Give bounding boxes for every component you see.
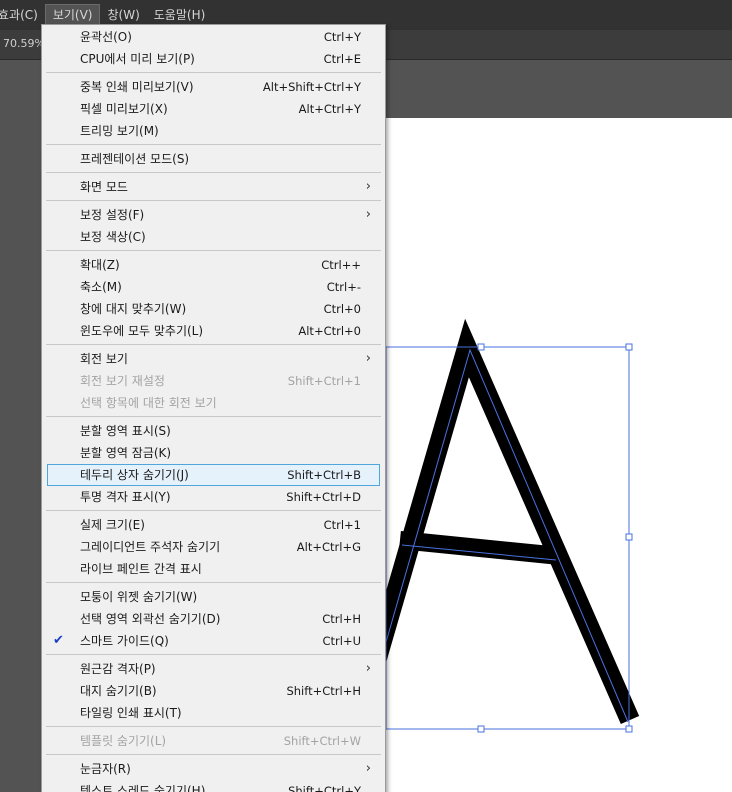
menu-item-label: 분할 영역 표시(S) — [80, 424, 171, 438]
menu-item[interactable]: 그레이디언트 주석자 숨기기 Alt+Ctrl+G — [42, 536, 385, 558]
menu-item[interactable]: 원근감 격자(P) › — [42, 658, 385, 680]
bbox-handle-top — [477, 343, 485, 351]
menu-item-label: 중복 인쇄 미리보기(V) — [80, 80, 194, 94]
menu-item-shortcut: Alt+Ctrl+0 — [298, 324, 361, 338]
menu-item-label: 투명 격자 표시(Y) — [80, 490, 171, 504]
menu-item-label: 템플릿 숨기기(L) — [80, 734, 167, 748]
menu-item[interactable]: 화면 모드 › — [42, 176, 385, 198]
menu-item[interactable]: 회전 보기 › — [42, 348, 385, 370]
menu-item-label: 스마트 가이드(Q) — [80, 634, 169, 648]
menu-item[interactable]: 트리밍 보기(M) — [42, 120, 385, 142]
menu-item-label: 모퉁이 위젯 숨기기(W) — [80, 590, 198, 604]
menu-item-shortcut: Alt+Shift+Ctrl+Y — [262, 80, 361, 94]
menu-item[interactable]: ✔ 스마트 가이드(Q) Ctrl+U — [42, 630, 385, 652]
menu-item-shortcut: Shift+Ctrl+D — [286, 490, 361, 504]
menu-item[interactable]: 실제 크기(E) Ctrl+1 — [42, 514, 385, 536]
menu-item-label: 대지 숨기기(B) — [80, 684, 157, 698]
checkmark-icon: ✔ — [53, 633, 64, 648]
menu-item[interactable]: 라이브 페인트 간격 표시 — [42, 558, 385, 580]
menu-item-shortcut: Ctrl+H — [322, 612, 361, 626]
bbox-handle-top-right — [625, 343, 633, 351]
view-menu-dropdown: 윤곽선(O) Ctrl+Y CPU에서 미리 보기(P) Ctrl+E 중복 인쇄 미리… — [41, 24, 386, 792]
menu-item-label: 회전 보기 — [80, 352, 128, 366]
menu-item-shortcut: Shift+Ctrl+Y — [288, 784, 361, 792]
menu-item[interactable]: 테두리 상자 숨기기(J) Shift+Ctrl+B — [42, 464, 385, 486]
menu-item[interactable]: 분할 영역 표시(S) — [42, 420, 385, 442]
menu-item-shortcut: Shift+Ctrl+1 — [287, 374, 361, 388]
menu-item-label: 확대(Z) — [80, 258, 120, 272]
menu-item-shortcut: Shift+Ctrl+H — [286, 684, 361, 698]
chevron-right-icon: › — [365, 761, 371, 776]
menu-item: 회전 보기 재설정 Shift+Ctrl+1 — [42, 370, 385, 392]
bbox-handle-right — [625, 533, 633, 541]
menu-item-label: 트리밍 보기(M) — [80, 124, 159, 138]
menu-item-label: 픽셀 미리보기(X) — [80, 102, 168, 116]
letter-a-shape[interactable] — [365, 318, 640, 725]
menu-item-label: 프레젠테이션 모드(S) — [80, 152, 190, 166]
menu-item-label: 창에 대지 맞추기(W) — [80, 302, 187, 316]
menu-item-shortcut: Shift+Ctrl+B — [287, 468, 361, 482]
menu-item-label: 타일링 인쇄 표시(T) — [80, 706, 182, 720]
menu-item-label: 화면 모드 — [80, 180, 128, 194]
menu-item-shortcut: Alt+Ctrl+G — [296, 540, 361, 554]
menu-item-shortcut: Ctrl+1 — [323, 518, 361, 532]
menu-item[interactable]: 윤곽선(O) Ctrl+Y — [42, 26, 385, 48]
menu-item-label: 축소(M) — [80, 280, 122, 294]
menu-item[interactable]: 눈금자(R) › — [42, 758, 385, 780]
menu-item-label: 선택 항목에 대한 회전 보기 — [80, 396, 217, 410]
menu-item-label: 보정 설정(F) — [80, 208, 145, 222]
menu-item[interactable]: 픽셀 미리보기(X) Alt+Ctrl+Y — [42, 98, 385, 120]
menu-item-label: 회전 보기 재설정 — [80, 374, 165, 388]
menu-item[interactable]: 분할 영역 잠금(K) — [42, 442, 385, 464]
menu-item[interactable]: CPU에서 미리 보기(P) Ctrl+E — [42, 48, 385, 70]
bbox-handle-bottom — [477, 725, 485, 733]
menu-item-label: 테두리 상자 숨기기(J) — [80, 468, 189, 482]
menu-item[interactable]: 확대(Z) Ctrl++ — [42, 254, 385, 276]
menu-item[interactable]: 중복 인쇄 미리보기(V) Alt+Shift+Ctrl+Y — [42, 76, 385, 98]
menu-item-label: CPU에서 미리 보기(P) — [80, 52, 195, 66]
chevron-right-icon: › — [365, 351, 371, 366]
menu-item: 템플릿 숨기기(L) Shift+Ctrl+W — [42, 730, 385, 752]
menu-item-shortcut: Shift+Ctrl+W — [283, 734, 361, 748]
menu-item-shortcut: Ctrl+0 — [323, 302, 361, 316]
menu-item[interactable]: 윈도우에 모두 맞추기(L) Alt+Ctrl+0 — [42, 320, 385, 342]
menu-item-label: 윤곽선(O) — [80, 30, 132, 44]
menu-item[interactable]: 타일링 인쇄 표시(T) — [42, 702, 385, 724]
menu-item-shortcut: Ctrl+E — [323, 52, 361, 66]
bbox-handle-bottom-right — [625, 725, 633, 733]
menu-item-shortcut: Alt+Ctrl+Y — [298, 102, 361, 116]
menu-item[interactable]: 대지 숨기기(B) Shift+Ctrl+H — [42, 680, 385, 702]
menu-item-label: 선택 영역 외곽선 숨기기(D) — [80, 612, 221, 626]
menu-item-label: 분할 영역 잠금(K) — [80, 446, 172, 460]
menu-item-label: 윈도우에 모두 맞추기(L) — [80, 324, 204, 338]
menu-item[interactable]: 보정 설정(F) › — [42, 204, 385, 226]
menu-item[interactable]: 프레젠테이션 모드(S) — [42, 148, 385, 170]
menu-item[interactable]: 모퉁이 위젯 숨기기(W) — [42, 586, 385, 608]
chevron-right-icon: › — [365, 207, 371, 222]
menu-item-shortcut: Ctrl++ — [321, 258, 361, 272]
menu-item-label: 보정 색상(C) — [80, 230, 146, 244]
menu-item[interactable]: 선택 영역 외곽선 숨기기(D) Ctrl+H — [42, 608, 385, 630]
menu-item-shortcut: Ctrl+- — [326, 280, 361, 294]
menu-item-label: 라이브 페인트 간격 표시 — [80, 562, 202, 576]
menu-item-label: 텍스트 스레드 숨기기(H) — [80, 784, 206, 792]
menu-item[interactable]: 투명 격자 표시(Y) Shift+Ctrl+D — [42, 486, 385, 508]
menu-item-shortcut: Ctrl+U — [322, 634, 361, 648]
menu-item[interactable]: 창에 대지 맞추기(W) Ctrl+0 — [42, 298, 385, 320]
chevron-right-icon: › — [365, 661, 371, 676]
menu-item-label: 실제 크기(E) — [80, 518, 145, 532]
menu-item[interactable]: 축소(M) Ctrl+- — [42, 276, 385, 298]
menu-item-label: 그레이디언트 주석자 숨기기 — [80, 540, 221, 554]
menu-item-shortcut: Ctrl+Y — [323, 30, 361, 44]
menu-item-label: 눈금자(R) — [80, 762, 131, 776]
menu-item[interactable]: 보정 색상(C) — [42, 226, 385, 248]
menu-item: 선택 항목에 대한 회전 보기 — [42, 392, 385, 414]
chevron-right-icon: › — [365, 179, 371, 194]
menu-item[interactable]: 텍스트 스레드 숨기기(H) Shift+Ctrl+Y — [42, 780, 385, 792]
menu-item-label: 원근감 격자(P) — [80, 662, 156, 676]
